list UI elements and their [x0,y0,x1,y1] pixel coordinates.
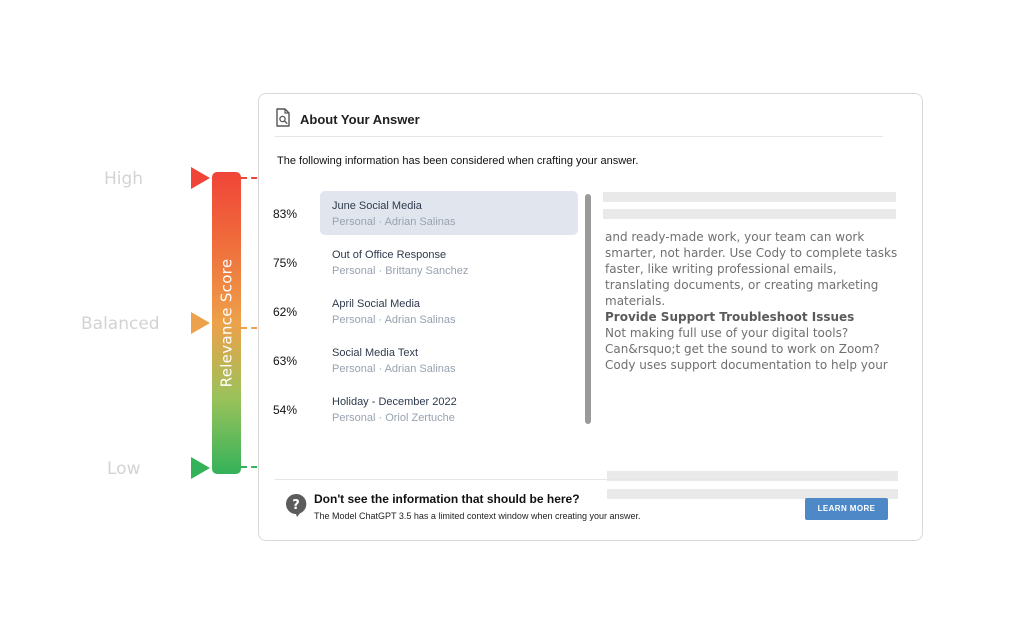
preview-text: and ready-made work, your team can work … [605,229,905,373]
list-item[interactable]: 62% April Social Media Personal · Adrian… [259,289,584,333]
svg-text:?: ? [292,498,300,513]
source-card[interactable]: Social Media Text Personal · Adrian Sali… [320,338,578,382]
source-owner: Personal · Adrian Salinas [332,314,456,326]
source-list: 83% June Social Media Personal · Adrian … [259,191,584,423]
source-title: June Social Media [332,200,422,212]
source-card[interactable]: Out of Office Response Personal · Britta… [320,240,578,284]
relevance-score: 63% [273,354,298,368]
list-scrollbar[interactable] [585,194,591,424]
source-card[interactable]: June Social Media Personal · Adrian Sali… [320,191,578,235]
source-owner: Personal · Brittany Sanchez [332,265,469,277]
high-marker-icon [191,167,210,189]
placeholder-line [603,209,896,219]
source-card[interactable]: April Social Media Personal · Adrian Sal… [320,289,578,333]
intro-text: The following information has been consi… [277,155,639,167]
relevance-score: 54% [273,403,298,417]
footer-title: Don't see the information that should be… [314,492,580,506]
scale-label-balanced: Balanced [81,314,160,334]
card-title: About Your Answer [300,112,420,127]
low-marker-icon [191,457,210,479]
about-answer-card: About Your Answer The following informat… [258,93,923,541]
source-title: Social Media Text [332,347,419,359]
scale-label-high: High [104,169,144,189]
source-owner: Personal · Adrian Salinas [332,216,456,228]
relevance-score: 62% [273,305,298,319]
footer-subtitle: The Model ChatGPT 3.5 has a limited cont… [314,511,641,521]
source-card[interactable]: Holiday - December 2022 Personal · Oriol… [320,387,578,423]
relevance-score: 75% [273,256,298,270]
source-owner: Personal · Adrian Salinas [332,363,456,375]
source-title: Out of Office Response [332,249,447,261]
source-owner: Personal · Oriol Zertuche [332,412,455,423]
preview-heading: Provide Support Troubleshoot Issues [605,310,855,324]
relevance-bar-label: Relevance Score [217,258,236,388]
list-item[interactable]: 63% Social Media Text Personal · Adrian … [259,338,584,382]
preview-paragraph: Not making full use of your digital tool… [605,326,888,372]
balanced-marker-icon [191,312,210,334]
learn-more-button[interactable]: LEARN MORE [805,498,888,520]
question-bubble-icon: ? [286,493,307,517]
relevance-score: 83% [273,207,298,221]
source-title: Holiday - December 2022 [332,396,457,408]
placeholder-line [603,192,896,202]
source-preview: and ready-made work, your team can work … [603,192,905,499]
list-item[interactable]: 75% Out of Office Response Personal · Br… [259,240,584,284]
card-header: About Your Answer [275,108,883,137]
source-title: April Social Media [332,298,421,310]
card-footer: ? Don't see the information that should … [275,479,888,531]
scale-label-low: Low [107,459,141,479]
document-search-icon [276,108,290,127]
preview-paragraph: and ready-made work, your team can work … [605,230,898,308]
list-item[interactable]: 83% June Social Media Personal · Adrian … [259,191,584,235]
list-item[interactable]: 54% Holiday - December 2022 Personal · O… [259,387,584,423]
scrollbar-thumb[interactable] [585,194,591,424]
